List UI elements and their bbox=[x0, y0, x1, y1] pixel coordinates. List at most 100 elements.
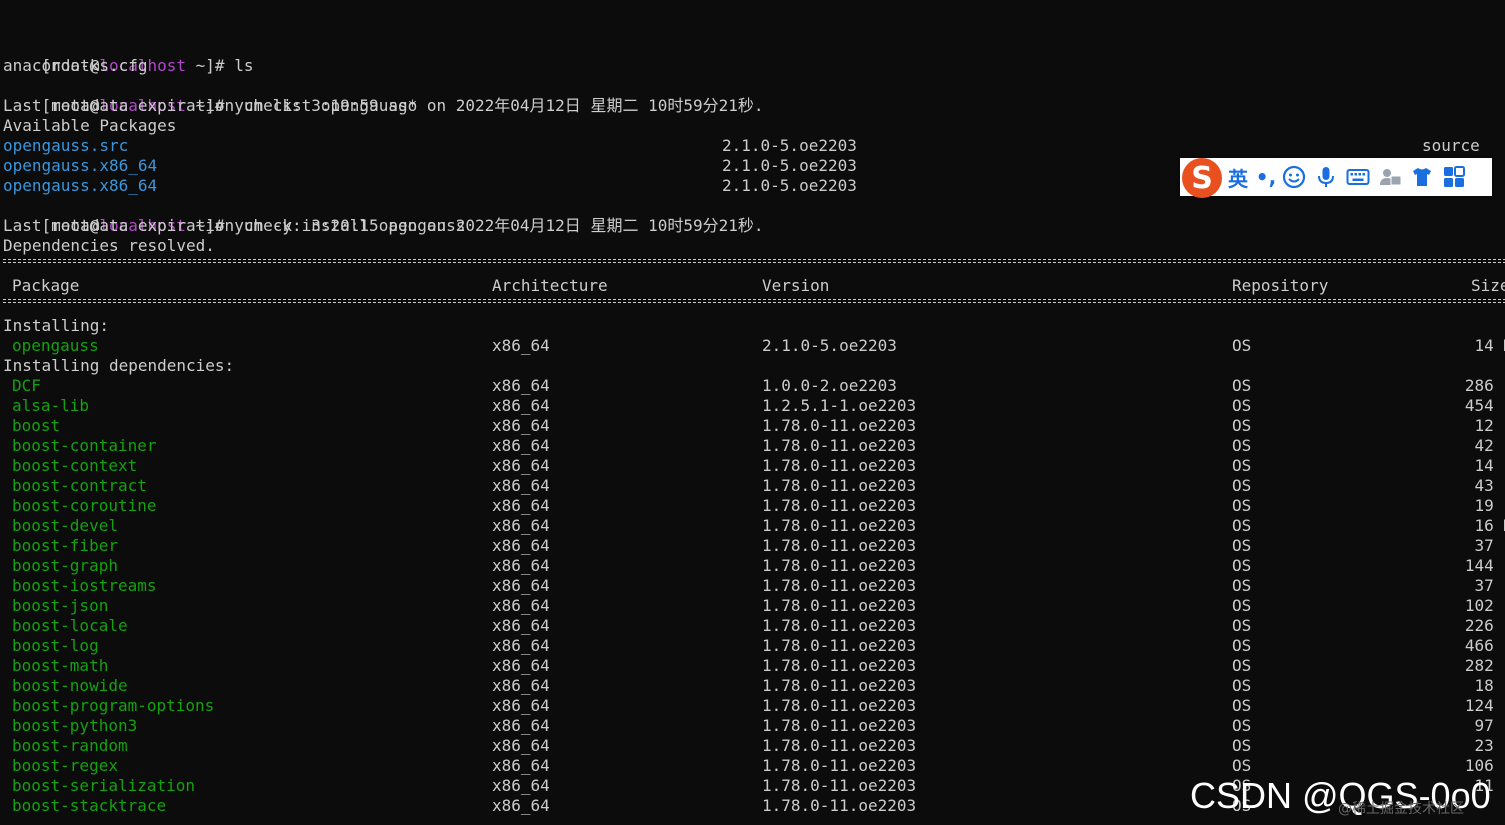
package-version: 2.1.0-5.oe2203 bbox=[762, 336, 897, 355]
package-version: 1.2.5.1-1.oe2203 bbox=[762, 396, 917, 415]
package-arch: x86_64 bbox=[492, 476, 550, 495]
package-arch: x86_64 bbox=[492, 696, 550, 715]
dependencies-resolved-line: Dependencies resolved. bbox=[3, 236, 215, 255]
package-repo: OS bbox=[1232, 516, 1252, 535]
package-version: 1.78.0-11.oe2203 bbox=[762, 456, 917, 475]
package-name: boost-stacktrace bbox=[12, 796, 167, 815]
package-arch: x86_64 bbox=[492, 796, 550, 815]
package-size: 43 k bbox=[1474, 476, 1505, 495]
ime-toolbar[interactable]: S 英 •, bbox=[1180, 158, 1492, 198]
package-name: boost-python3 bbox=[12, 716, 138, 735]
package-version: 1.78.0-11.oe2203 bbox=[762, 776, 917, 795]
package-repo: OS bbox=[1232, 596, 1252, 615]
package-version: 1.78.0-11.oe2203 bbox=[762, 656, 917, 675]
package-repo: OS bbox=[1232, 456, 1252, 475]
header-version: Version bbox=[762, 276, 830, 295]
metadata-check-line: Last metadata expiration check: 3:19:59 … bbox=[3, 96, 764, 115]
package-version: 1.78.0-11.oe2203 bbox=[762, 696, 917, 715]
package-repo: OS bbox=[1232, 416, 1252, 435]
package-name: boost-math bbox=[12, 656, 109, 675]
grid-apps-icon[interactable] bbox=[1438, 161, 1470, 193]
package-repo: OS bbox=[1232, 636, 1252, 655]
table-row: boost-graph x86_64 1.78.0-11.oe2203 OS 144 k bbox=[0, 556, 1505, 576]
package-repo: OS bbox=[1232, 476, 1252, 495]
table-row: boost-program-options x86_64 1.78.0-11.oe2… bbox=[0, 696, 1505, 716]
table-separator-top bbox=[3, 257, 1505, 265]
package-version: 1.78.0-11.oe2203 bbox=[762, 536, 917, 555]
package-arch: x86_64 bbox=[492, 456, 550, 475]
package-name: boost-random bbox=[12, 736, 128, 755]
sogou-logo-icon[interactable]: S bbox=[1182, 158, 1222, 198]
package-name: boost-contract bbox=[12, 476, 147, 495]
package-name: opengauss bbox=[12, 336, 99, 355]
table-row: boost-math x86_64 1.78.0-11.oe2203 OS 282 k bbox=[0, 656, 1505, 676]
table-header-row: Package Architecture Version Repository … bbox=[0, 276, 1505, 296]
package-repo: OS bbox=[1232, 716, 1252, 735]
table-row: boost-container x86_64 1.78.0-11.oe2203 OS 4… bbox=[0, 436, 1505, 456]
package-repo: OS bbox=[1232, 576, 1252, 595]
package-name: boost-regex bbox=[12, 756, 118, 775]
package-version: 1.78.0-11.oe2203 bbox=[762, 556, 917, 575]
package-name: opengauss.x86_64 bbox=[3, 156, 158, 175]
table-row: boost x86_64 1.78.0-11.oe2203 OS 12 k bbox=[0, 416, 1505, 436]
package-arch: x86_64 bbox=[492, 576, 550, 595]
package-size: 97 k bbox=[1474, 716, 1505, 735]
table-row: alsa-lib x86_64 1.2.5.1-1.oe2203 OS 454 k bbox=[0, 396, 1505, 416]
user-card-icon[interactable] bbox=[1374, 161, 1406, 193]
package-size: 42 k bbox=[1474, 436, 1505, 455]
table-row: boost-iostreams x86_64 1.78.0-11.oe2203 OS 3… bbox=[0, 576, 1505, 596]
package-size: 37 k bbox=[1474, 536, 1505, 555]
package-name: boost-program-options bbox=[12, 696, 215, 715]
package-repo: OS bbox=[1232, 396, 1252, 415]
package-version: 1.78.0-11.oe2203 bbox=[762, 496, 917, 515]
package-version: 1.0.0-2.oe2203 bbox=[762, 376, 897, 395]
package-size: 286 k bbox=[1464, 376, 1505, 395]
package-size: 124 k bbox=[1464, 696, 1505, 715]
package-version: 1.78.0-11.oe2203 bbox=[762, 436, 917, 455]
table-row: boost-json x86_64 1.78.0-11.oe2203 OS 102 k bbox=[0, 596, 1505, 616]
package-repo: OS bbox=[1232, 376, 1252, 395]
smiley-icon[interactable] bbox=[1278, 161, 1310, 193]
package-arch: x86_64 bbox=[492, 536, 550, 555]
package-arch: x86_64 bbox=[492, 556, 550, 575]
package-size: 23 k bbox=[1474, 736, 1505, 755]
package-version: 1.78.0-11.oe2203 bbox=[762, 516, 917, 535]
package-name: opengauss.x86_64 bbox=[3, 176, 158, 195]
tshirt-icon[interactable] bbox=[1406, 161, 1438, 193]
package-name: boost-nowide bbox=[12, 676, 128, 695]
prompt-line-ls: [root@localhost ~]# ls bbox=[3, 36, 254, 75]
ime-punctuation-toggle[interactable]: •, bbox=[1254, 161, 1278, 193]
package-size: 19 k bbox=[1474, 496, 1505, 515]
package-repo: OS bbox=[1232, 436, 1252, 455]
package-repo: OS bbox=[1232, 616, 1252, 635]
table-row: boost-contract x86_64 1.78.0-11.oe2203 OS 43… bbox=[0, 476, 1505, 496]
ime-language-toggle[interactable]: 英 bbox=[1222, 161, 1254, 193]
package-version: 1.78.0-11.oe2203 bbox=[762, 716, 917, 735]
package-repo: OS bbox=[1232, 676, 1252, 695]
package-version: 2.1.0-5.oe2203 bbox=[722, 156, 857, 175]
package-size: 106 k bbox=[1464, 756, 1505, 775]
package-size: 226 k bbox=[1464, 616, 1505, 635]
package-repo: OS bbox=[1232, 336, 1252, 355]
package-arch: x86_64 bbox=[492, 516, 550, 535]
package-name: boost-coroutine bbox=[12, 496, 157, 515]
package-repo: OS bbox=[1232, 536, 1252, 555]
package-size: 14 M bbox=[1474, 336, 1505, 355]
prompt-line-yum-list: [root@localhost ~]# yum list opengauss* bbox=[3, 76, 418, 115]
package-arch: x86_64 bbox=[492, 396, 550, 415]
header-size: Size bbox=[1471, 276, 1505, 295]
package-repo: source bbox=[1422, 136, 1480, 155]
terminal-window[interactable]: [root@localhost ~]# ls anaconda-ks.cfg [… bbox=[0, 0, 1505, 825]
keyboard-icon[interactable] bbox=[1342, 161, 1374, 193]
package-name: boost-json bbox=[12, 596, 109, 615]
package-arch: x86_64 bbox=[492, 596, 550, 615]
package-version: 1.78.0-11.oe2203 bbox=[762, 576, 917, 595]
table-separator-bottom bbox=[3, 297, 1505, 305]
package-repo: OS bbox=[1232, 756, 1252, 775]
package-repo: OS bbox=[1232, 736, 1252, 755]
package-arch: x86_64 bbox=[492, 376, 550, 395]
available-package-row: opengauss.src 2.1.0-5.oe2203 source bbox=[0, 136, 1480, 156]
microphone-icon[interactable] bbox=[1310, 161, 1342, 193]
package-size: 282 k bbox=[1464, 656, 1505, 675]
package-version: 1.78.0-11.oe2203 bbox=[762, 476, 917, 495]
